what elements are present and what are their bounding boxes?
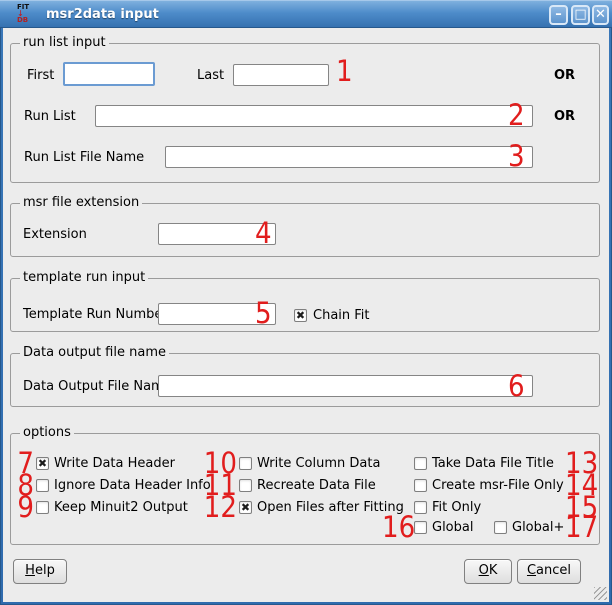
cancel-button-label: ancel [536, 563, 571, 578]
fit-only-checkbox[interactable] [414, 501, 427, 514]
run-list-input[interactable] [95, 105, 533, 127]
run-list-file-name-label: Run List File Name [24, 147, 144, 169]
annotation-2: 2 [508, 100, 525, 130]
ok-button-label: K [489, 563, 498, 578]
chain-fit-label[interactable]: Chain Fit [313, 307, 370, 324]
group-options-legend: options [20, 425, 74, 440]
annotation-17: 17 [565, 512, 598, 542]
first-input[interactable] [63, 62, 155, 86]
ok-button[interactable]: OK [464, 559, 512, 584]
write-data-header-label[interactable]: Write Data Header [54, 455, 175, 472]
write-data-header-checkbox[interactable]: ✖ [36, 457, 49, 470]
open-files-after-fitting-checkmark-icon: ✖ [241, 501, 250, 514]
annotation-16: 16 [382, 512, 413, 542]
group-template-run-input: template run input Template Run Number 5… [10, 278, 600, 332]
minimize-icon: – [555, 7, 562, 22]
cancel-button[interactable]: Cancel [517, 559, 581, 584]
group-run-list-legend: run list input [20, 35, 109, 50]
global-plus-checkbox[interactable] [494, 521, 507, 534]
group-run-list-input: run list input First Last 1 OR Run List … [10, 43, 600, 183]
chain-fit-checkbox[interactable]: ✖ [294, 309, 307, 322]
annotation-3: 3 [508, 141, 525, 171]
ok-button-mnemonic: O [479, 563, 489, 578]
minimize-button[interactable]: – [549, 5, 568, 25]
template-run-number-label: Template Run Number [23, 304, 168, 326]
cancel-button-mnemonic: C [527, 563, 536, 578]
open-files-after-fitting-checkbox[interactable]: ✖ [239, 501, 252, 514]
group-data-output-file-name: Data output file name Data Output File N… [10, 353, 600, 407]
create-msr-file-only-checkbox[interactable] [414, 479, 427, 492]
close-button[interactable]: ✕ [592, 5, 609, 25]
or-label-1: OR [554, 65, 575, 87]
ignore-data-header-info-label[interactable]: Ignore Data Header Info [54, 477, 211, 494]
title-bar[interactable]: FIT ↓ DB msr2data input – □ ✕ [0, 0, 612, 28]
or-label-2: OR [554, 106, 575, 128]
global-plus-label[interactable]: Global+ [512, 519, 564, 536]
icon-db-text: DB [17, 17, 28, 24]
dialog-window: FIT ↓ DB msr2data input – □ ✕ run list i… [0, 0, 612, 605]
maximize-button[interactable]: □ [571, 5, 590, 25]
take-data-file-title-checkbox[interactable] [414, 457, 427, 470]
extension-label: Extension [23, 224, 87, 246]
annotation-1: 1 [336, 56, 353, 86]
window-title: msr2data input [46, 1, 159, 28]
maximize-icon: □ [574, 7, 586, 22]
data-output-file-name-input[interactable] [158, 375, 533, 397]
group-template-legend: template run input [20, 270, 148, 285]
recreate-data-file-checkbox[interactable] [239, 479, 252, 492]
first-label: First [27, 65, 54, 87]
annotation-5: 5 [255, 298, 272, 328]
annotation-12: 12 [189, 492, 237, 522]
annotation-6: 6 [508, 371, 525, 401]
ignore-data-header-info-checkbox[interactable] [36, 479, 49, 492]
run-list-label: Run List [24, 106, 76, 128]
write-column-data-checkbox[interactable] [239, 457, 252, 470]
last-label: Last [197, 65, 224, 87]
annotation-9: 9 [11, 492, 34, 522]
data-output-file-name-label: Data Output File Name [23, 376, 172, 398]
group-options: options 7 ✖ Write Data Header 10 Write C… [10, 433, 600, 545]
keep-minuit2-output-label[interactable]: Keep Minuit2 Output [54, 499, 188, 516]
group-extension-legend: msr file extension [20, 195, 142, 210]
recreate-data-file-label[interactable]: Recreate Data File [257, 477, 376, 494]
run-list-file-name-input[interactable] [165, 146, 533, 168]
help-button-label: elp [35, 563, 55, 578]
global-label[interactable]: Global [432, 519, 473, 536]
resize-grip[interactable] [594, 587, 607, 600]
msr2data-app-icon: FIT ↓ DB [17, 4, 39, 26]
close-icon: ✕ [595, 7, 606, 22]
group-msr-file-extension: msr file extension Extension 4 [10, 203, 600, 257]
keep-minuit2-output-checkbox[interactable] [36, 501, 49, 514]
group-output-legend: Data output file name [20, 345, 169, 360]
help-button[interactable]: Help [13, 559, 67, 584]
annotation-4: 4 [255, 218, 272, 248]
last-input[interactable] [233, 64, 329, 86]
dialog-body: run list input First Last 1 OR Run List … [3, 28, 609, 602]
take-data-file-title-label[interactable]: Take Data File Title [432, 455, 554, 472]
fit-only-label[interactable]: Fit Only [432, 499, 481, 516]
write-column-data-label[interactable]: Write Column Data [257, 455, 380, 472]
help-button-mnemonic: H [25, 563, 35, 578]
chain-fit-checkmark-icon: ✖ [296, 309, 305, 322]
global-checkbox[interactable] [414, 521, 427, 534]
write-data-header-checkmark-icon: ✖ [38, 457, 47, 470]
create-msr-file-only-label[interactable]: Create msr-File Only [432, 477, 564, 494]
